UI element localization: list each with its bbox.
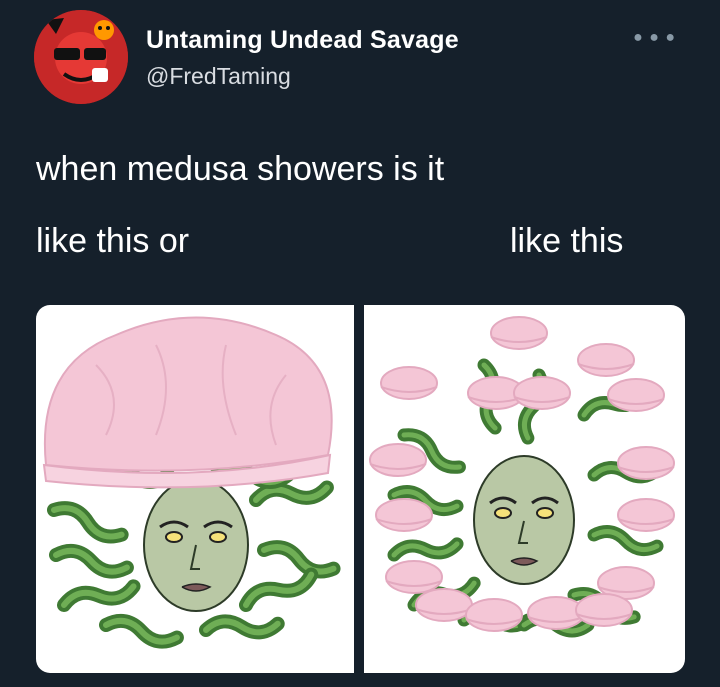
- tweet-header: Untaming Undead Savage @FredTaming ● ● ●: [34, 10, 694, 110]
- more-horizontal-icon[interactable]: ● ● ●: [633, 30, 676, 46]
- medusa-with-shower-cap: [42, 316, 354, 673]
- user-names: Untaming Undead Savage @FredTaming: [146, 26, 459, 90]
- caption-right: like this: [510, 222, 624, 260]
- tweet-media[interactable]: [36, 305, 685, 673]
- media-image-right[interactable]: [364, 305, 685, 673]
- tweet-text: when medusa showers is it: [36, 150, 445, 188]
- user-handle[interactable]: @FredTaming: [146, 63, 459, 90]
- media-image-left[interactable]: [36, 305, 354, 673]
- medusa-snakes-with-shower-caps: [369, 316, 675, 673]
- display-name[interactable]: Untaming Undead Savage: [146, 26, 459, 55]
- avatar-image: [34, 10, 128, 104]
- avatar[interactable]: [34, 10, 128, 104]
- tweet: Untaming Undead Savage @FredTaming ● ● ●…: [0, 0, 720, 687]
- caption-left: like this or: [36, 222, 190, 260]
